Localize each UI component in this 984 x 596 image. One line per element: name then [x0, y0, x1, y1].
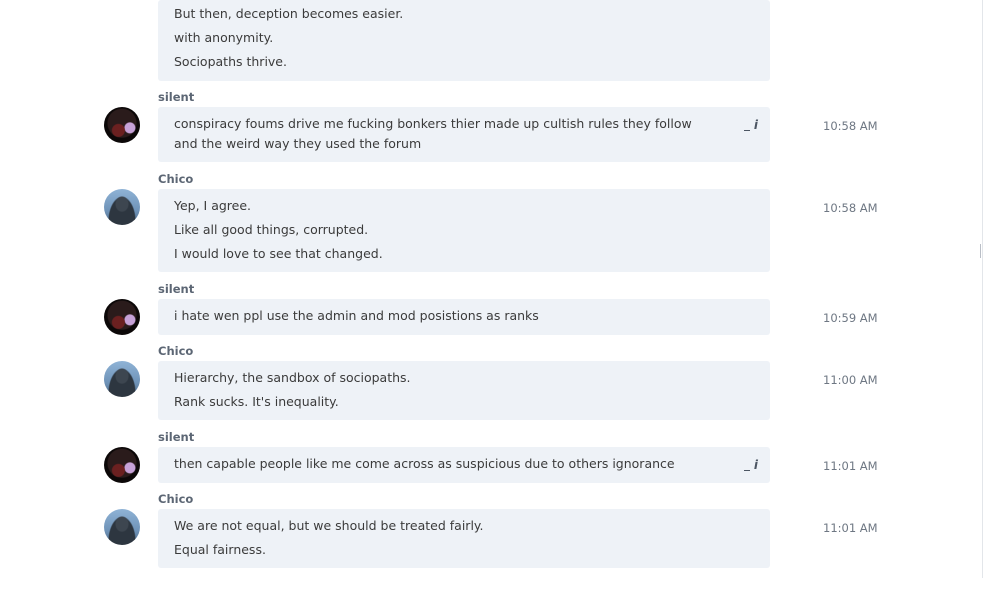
message-line: then capable people like me come across …: [174, 456, 675, 471]
avatar[interactable]: [104, 299, 140, 335]
timestamp: 11:01 AM: [823, 521, 878, 535]
sender-name[interactable]: silent: [158, 282, 194, 296]
timestamp: 11:00 AM: [823, 373, 878, 387]
message-bubble: Yep, I agree. Like all good things, corr…: [158, 189, 770, 272]
message-line: with anonymity.: [174, 30, 274, 45]
message-line: We are not equal, but we should be treat…: [174, 518, 484, 533]
message-line: But then, deception becomes easier.: [174, 6, 404, 21]
avatar[interactable]: [104, 189, 140, 225]
avatar[interactable]: [104, 447, 140, 483]
edit-icon[interactable]: i: [744, 458, 758, 472]
sender-name[interactable]: silent: [158, 430, 194, 444]
avatar[interactable]: [104, 107, 140, 143]
message-line: conspiracy foums drive me fucking bonker…: [174, 116, 692, 151]
timestamp: 10:58 AM: [823, 201, 878, 215]
message-bubble: conspiracy foums drive me fucking bonker…: [158, 107, 770, 162]
message-line: Equal fairness.: [174, 542, 266, 557]
timestamp: 10:59 AM: [823, 311, 878, 325]
avatar[interactable]: [104, 509, 140, 545]
sender-name[interactable]: Chico: [158, 344, 193, 358]
message-bubble: But then, deception becomes easier. with…: [158, 0, 770, 81]
avatar[interactable]: [104, 361, 140, 397]
message-bubble: i hate wen ppl use the admin and mod pos…: [158, 299, 770, 335]
message-bubble: then capable people like me come across …: [158, 447, 770, 483]
message-bubble: We are not equal, but we should be treat…: [158, 509, 770, 568]
edit-icon[interactable]: i: [744, 118, 758, 132]
message-bubble: Hierarchy, the sandbox of sociopaths. Ra…: [158, 361, 770, 420]
message-line: Like all good things, corrupted.: [174, 222, 369, 237]
resize-handle[interactable]: [980, 244, 984, 258]
message-line: Yep, I agree.: [174, 198, 252, 213]
sender-name[interactable]: Chico: [158, 172, 193, 186]
message-line: i hate wen ppl use the admin and mod pos…: [174, 308, 539, 323]
sender-name[interactable]: Chico: [158, 492, 193, 506]
message-line: Sociopaths thrive.: [174, 54, 287, 69]
message-line: Hierarchy, the sandbox of sociopaths.: [174, 370, 411, 385]
chat-pane-border: [982, 0, 983, 578]
sender-name[interactable]: silent: [158, 90, 194, 104]
timestamp: 10:58 AM: [823, 119, 878, 133]
timestamp: 11:01 AM: [823, 459, 878, 473]
message-line: I would love to see that changed.: [174, 246, 383, 261]
message-line: Rank sucks. It's inequality.: [174, 394, 339, 409]
